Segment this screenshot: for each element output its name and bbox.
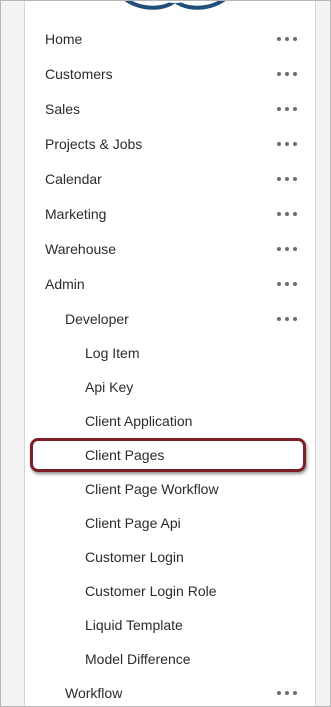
more-horizontal-icon[interactable]: [277, 104, 297, 114]
more-horizontal-icon[interactable]: [277, 688, 297, 698]
nav-label: Developer: [65, 311, 129, 327]
nav-item-home[interactable]: Home: [25, 22, 315, 56]
nav-label: Customers: [45, 66, 113, 82]
nav-item-liquid-template[interactable]: Liquid Template: [25, 608, 315, 642]
nav-item-customer-login-role[interactable]: Customer Login Role: [25, 574, 315, 608]
nav-item-client-page-workflow[interactable]: Client Page Workflow: [25, 472, 315, 506]
nav-item-customers[interactable]: Customers: [25, 57, 315, 91]
nav-item-warehouse[interactable]: Warehouse: [25, 232, 315, 266]
screenshot-frame: Home Customers Sales Projects & Jobs Cal…: [0, 0, 331, 707]
cloud-logo: [124, 1, 226, 10]
nav-label: Api Key: [85, 379, 134, 395]
nav-label: Log Item: [85, 345, 140, 361]
navigation-panel: Home Customers Sales Projects & Jobs Cal…: [24, 1, 316, 706]
more-horizontal-icon[interactable]: [277, 139, 297, 149]
nav-item-model-difference[interactable]: Model Difference: [25, 642, 315, 676]
nav-item-api-key[interactable]: Api Key: [25, 370, 315, 404]
nav-label: Client Application: [85, 413, 193, 429]
nav-item-projects-jobs[interactable]: Projects & Jobs: [25, 127, 315, 161]
more-horizontal-icon[interactable]: [277, 209, 297, 219]
nav-label: Warehouse: [45, 241, 117, 257]
nav-label: Projects & Jobs: [45, 136, 143, 152]
nav-label: Customer Login: [85, 549, 184, 565]
nav-label: Liquid Template: [85, 617, 183, 633]
nav-label: Client Page Workflow: [85, 481, 219, 497]
nav-label: Client Page Api: [85, 515, 181, 531]
nav-item-log-item[interactable]: Log Item: [25, 336, 315, 370]
nav-item-customer-login[interactable]: Customer Login: [25, 540, 315, 574]
nav-label: Customer Login Role: [85, 583, 217, 599]
nav-label: Model Difference: [85, 651, 191, 667]
nav-item-client-application[interactable]: Client Application: [25, 404, 315, 438]
nav-label: Client Pages: [85, 447, 165, 463]
nav-item-sales[interactable]: Sales: [25, 92, 315, 126]
more-horizontal-icon[interactable]: [277, 174, 297, 184]
nav-item-admin[interactable]: Admin: [25, 267, 315, 301]
nav-item-workflow[interactable]: Workflow: [25, 676, 315, 706]
nav-item-client-page-api[interactable]: Client Page Api: [25, 506, 315, 540]
more-horizontal-icon[interactable]: [277, 34, 297, 44]
more-horizontal-icon[interactable]: [277, 244, 297, 254]
nav-item-developer[interactable]: Developer: [25, 302, 315, 336]
nav-label: Marketing: [45, 206, 107, 222]
more-horizontal-icon[interactable]: [277, 69, 297, 79]
nav-item-client-pages[interactable]: Client Pages: [25, 438, 315, 472]
nav-label: Admin: [45, 276, 85, 292]
nav-item-calendar[interactable]: Calendar: [25, 162, 315, 196]
nav-label: Sales: [45, 101, 81, 117]
nav-label: Calendar: [45, 171, 102, 187]
more-horizontal-icon[interactable]: [277, 279, 297, 289]
more-horizontal-icon[interactable]: [277, 314, 297, 324]
nav-label: Workflow: [65, 685, 123, 701]
nav-label: Home: [45, 31, 83, 47]
nav-item-marketing[interactable]: Marketing: [25, 197, 315, 231]
